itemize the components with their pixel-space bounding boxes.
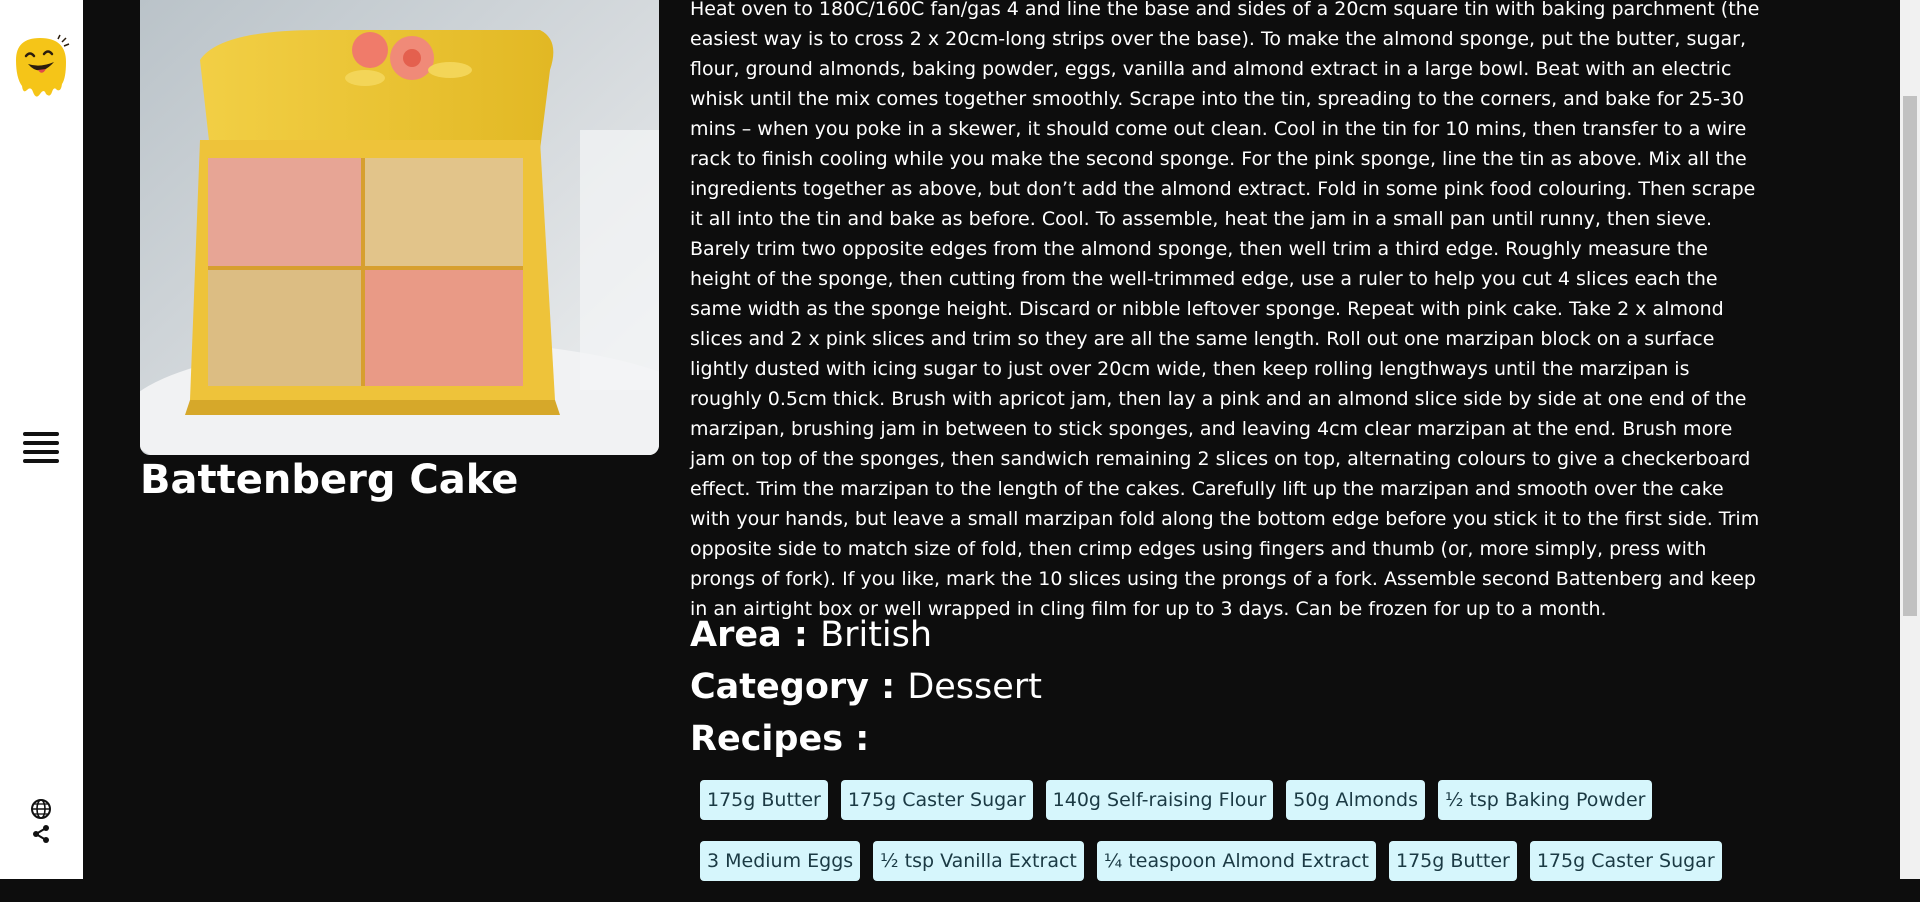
page-scrollbar[interactable] — [1900, 0, 1920, 879]
globe-icon[interactable] — [30, 798, 52, 820]
meal-category: Category : Dessert — [690, 665, 1042, 709]
ingredient-tags: 175g Butter 175g Caster Sugar 140g Self-… — [700, 780, 1780, 902]
ingredient-tag: 140g Self-raising Flour — [1045, 780, 1274, 820]
meal-instructions: Heat oven to 180C/160C fan/gas 4 and lin… — [690, 0, 1760, 620]
area-label: Area : — [690, 615, 821, 655]
category-label: Category : — [690, 667, 908, 707]
ingredient-tag: 175g Butter — [700, 780, 828, 820]
ingredient-tag: ¼ teaspoon Almond Extract — [1096, 841, 1376, 881]
category-value: Dessert — [907, 667, 1042, 707]
ingredient-tag: 50g Almonds — [1286, 780, 1425, 820]
ingredient-row-1: 175g Butter 175g Caster Sugar 140g Self-… — [700, 780, 1780, 820]
battenberg-cake-photo — [140, 0, 659, 455]
ingredient-row-2: 3 Medium Eggs ½ tsp Vanilla Extract ¼ te… — [700, 841, 1780, 881]
ingredient-tag: ½ tsp Vanilla Extract — [873, 841, 1084, 881]
area-value: British — [820, 615, 933, 655]
recipes-heading: Recipes : — [690, 717, 869, 761]
hamburger-menu-icon[interactable] — [23, 432, 59, 468]
ingredient-tag: 175g Caster Sugar — [1529, 841, 1722, 881]
smiley-drip-logo[interactable] — [12, 34, 72, 100]
meal-image — [140, 0, 659, 455]
share-icon[interactable] — [31, 824, 51, 844]
ingredient-tag: ½ tsp Baking Powder — [1437, 780, 1653, 820]
ingredient-tag: 3 Medium Eggs — [700, 841, 861, 881]
meal-title: Battenberg Cake — [140, 457, 519, 503]
scrollbar-thumb[interactable] — [1903, 96, 1917, 616]
recipes-label: Recipes : — [690, 719, 870, 759]
meal-area: Area : British — [690, 613, 932, 657]
sidebar — [0, 0, 83, 879]
ingredient-tag: 175g Caster Sugar — [840, 780, 1033, 820]
ingredient-tag: 175g Butter — [1389, 841, 1517, 881]
